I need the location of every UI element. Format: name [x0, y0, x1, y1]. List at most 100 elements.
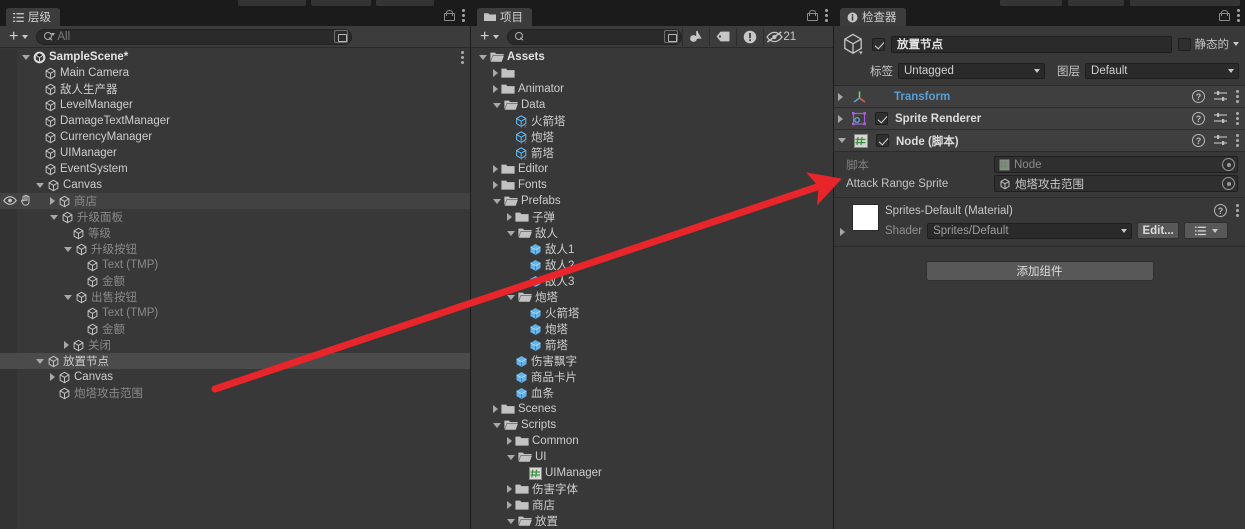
project-item-unnamed[interactable]	[471, 65, 833, 81]
chevron-right-icon[interactable]	[493, 85, 498, 93]
chevron-down-icon[interactable]	[493, 102, 501, 108]
project-item-敌人2[interactable]: 敌人2	[471, 257, 833, 273]
project-item-炮塔[interactable]: 炮塔	[471, 321, 833, 337]
project-item-火箭塔[interactable]: {} 火箭塔	[471, 113, 833, 129]
help-icon[interactable]: ?	[1214, 204, 1227, 217]
chevron-right-icon[interactable]	[507, 213, 512, 221]
chevron-right-icon[interactable]	[838, 92, 843, 101]
project-item-敌人1[interactable]: 敌人1	[471, 241, 833, 257]
chevron-down-icon[interactable]	[507, 518, 515, 524]
hierarchy-item-Text (TMP)[interactable]: Text (TMP)	[0, 257, 470, 273]
hierarchy-item-Canvas[interactable]: Canvas	[0, 369, 470, 385]
pickability-hand-icon[interactable]	[20, 194, 32, 206]
project-item-Animator[interactable]: Animator	[471, 81, 833, 97]
chevron-down-icon[interactable]	[64, 246, 72, 252]
hierarchy-menu-icon[interactable]	[462, 9, 465, 22]
warning-icon[interactable]	[737, 26, 763, 48]
tab-project[interactable]: 项目	[477, 8, 532, 26]
search-popout-icon[interactable]	[334, 30, 349, 43]
chevron-right-icon[interactable]	[493, 405, 498, 413]
preset-list-button[interactable]	[1184, 222, 1229, 239]
component-menu-icon[interactable]	[1236, 112, 1239, 125]
object-enabled-checkbox[interactable]	[872, 37, 885, 51]
hierarchy-item-金额[interactable]: 金额	[0, 273, 470, 289]
hierarchy-item-等级[interactable]: 等级	[0, 225, 470, 241]
hierarchy-item-LevelManager[interactable]: LevelManager	[0, 97, 470, 113]
project-item-商店[interactable]: 商店	[471, 497, 833, 513]
lock-icon[interactable]	[1219, 10, 1230, 21]
hierarchy-item-升级面板[interactable]: 升级面板	[0, 209, 470, 225]
visibility-eye-icon[interactable]	[3, 195, 17, 206]
hierarchy-item-放置节点[interactable]: 放置节点	[0, 353, 470, 369]
project-item-Fonts[interactable]: Fonts	[471, 177, 833, 193]
project-item-炮塔[interactable]: 炮塔	[471, 289, 833, 305]
hierarchy-item-UIManager[interactable]: UIManager	[0, 145, 470, 161]
chevron-right-icon[interactable]	[840, 228, 845, 236]
visibility-toggles[interactable]	[3, 194, 32, 206]
tab-inspector[interactable]: 检查器	[840, 8, 906, 26]
layer-dropdown[interactable]: Default	[1085, 63, 1239, 79]
hierarchy-item-炮塔攻击范围[interactable]: 炮塔攻击范围	[0, 385, 470, 401]
project-tree[interactable]: Assets Animator Data {} 火箭塔 {} 炮塔 {} 箭塔 Editor Fon…	[471, 49, 833, 529]
hierarchy-item-CurrencyManager[interactable]: CurrencyManager	[0, 129, 470, 145]
project-item-商品卡片[interactable]: 商品卡片	[471, 369, 833, 385]
help-icon[interactable]: ?	[1192, 90, 1205, 103]
chevron-right-icon[interactable]	[50, 197, 55, 205]
attack-range-sprite-object-field[interactable]: 炮塔攻击范围	[994, 175, 1238, 192]
object-picker-icon[interactable]	[1222, 177, 1235, 190]
project-item-UIManager[interactable]: UIManager	[471, 465, 833, 481]
chevron-down-icon[interactable]	[22, 54, 30, 60]
chevron-right-icon[interactable]	[507, 437, 512, 445]
project-item-Prefabs[interactable]: Prefabs	[471, 193, 833, 209]
project-item-Scripts[interactable]: Scripts	[471, 417, 833, 433]
hierarchy-item-金额[interactable]: 金额	[0, 321, 470, 337]
object-name-field[interactable]: 放置节点	[891, 35, 1172, 53]
hierarchy-tree[interactable]: SampleScene* Main Camera 敌人生产器 LevelManager…	[0, 49, 470, 529]
chevron-right-icon[interactable]	[493, 69, 498, 77]
project-item-Common[interactable]: Common	[471, 433, 833, 449]
chevron-down-icon[interactable]	[36, 182, 44, 188]
project-item-UI[interactable]: UI	[471, 449, 833, 465]
hierarchy-create-button[interactable]: +	[0, 26, 36, 48]
project-item-Scenes[interactable]: Scenes	[471, 401, 833, 417]
lock-icon[interactable]	[807, 10, 818, 21]
hierarchy-item-升级按钮[interactable]: 升级按钮	[0, 241, 470, 257]
preset-icon[interactable]	[1214, 112, 1227, 125]
help-icon[interactable]: ?	[1192, 112, 1205, 125]
project-menu-icon[interactable]	[825, 9, 828, 22]
project-item-伤害飘字[interactable]: 伤害飘字	[471, 353, 833, 369]
hierarchy-item-关闭[interactable]: 关闭	[0, 337, 470, 353]
script-object-field[interactable]: Node	[994, 156, 1238, 173]
chevron-down-icon[interactable]	[493, 198, 501, 204]
node-enabled-checkbox[interactable]	[876, 134, 889, 147]
shader-dropdown[interactable]: Sprites/Default	[927, 222, 1133, 239]
preset-icon[interactable]	[1214, 134, 1227, 147]
hierarchy-item-EventSystem[interactable]: EventSystem	[0, 161, 470, 177]
chevron-right-icon[interactable]	[50, 373, 55, 381]
chevron-down-icon[interactable]	[493, 422, 501, 428]
hierarchy-search-input[interactable]: All	[36, 28, 353, 45]
hierarchy-item-Text (TMP)[interactable]: Text (TMP)	[0, 305, 470, 321]
preset-icon[interactable]	[1214, 90, 1227, 103]
project-item-箭塔[interactable]: {} 箭塔	[471, 145, 833, 161]
hierarchy-item-出售按钮[interactable]: 出售按钮	[0, 289, 470, 305]
project-create-button[interactable]: +	[471, 26, 507, 48]
chevron-down-icon[interactable]	[838, 138, 846, 143]
tab-hierarchy[interactable]: 层级	[6, 8, 60, 26]
project-item-伤害字体[interactable]: 伤害字体	[471, 481, 833, 497]
project-item-子弹[interactable]: 子弹	[471, 209, 833, 225]
static-checkbox[interactable]	[1177, 37, 1191, 51]
chevron-down-icon[interactable]	[36, 358, 44, 364]
chevron-down-icon[interactable]	[507, 230, 515, 236]
static-toggle-group[interactable]: 静态的	[1177, 36, 1239, 52]
project-item-血条[interactable]: 血条	[471, 385, 833, 401]
add-component-button[interactable]: 添加组件	[925, 261, 1154, 281]
project-item-敌人[interactable]: 敌人	[471, 225, 833, 241]
hierarchy-item-Main Camera[interactable]: Main Camera	[0, 65, 470, 81]
hierarchy-item-商店[interactable]: 商店	[0, 193, 470, 209]
chevron-right-icon[interactable]	[64, 341, 69, 349]
project-item-火箭塔[interactable]: 火箭塔	[471, 305, 833, 321]
chevron-right-icon[interactable]	[507, 485, 512, 493]
project-item-Data[interactable]: Data	[471, 97, 833, 113]
component-header-node[interactable]: Node (脚本) ?	[834, 130, 1245, 152]
